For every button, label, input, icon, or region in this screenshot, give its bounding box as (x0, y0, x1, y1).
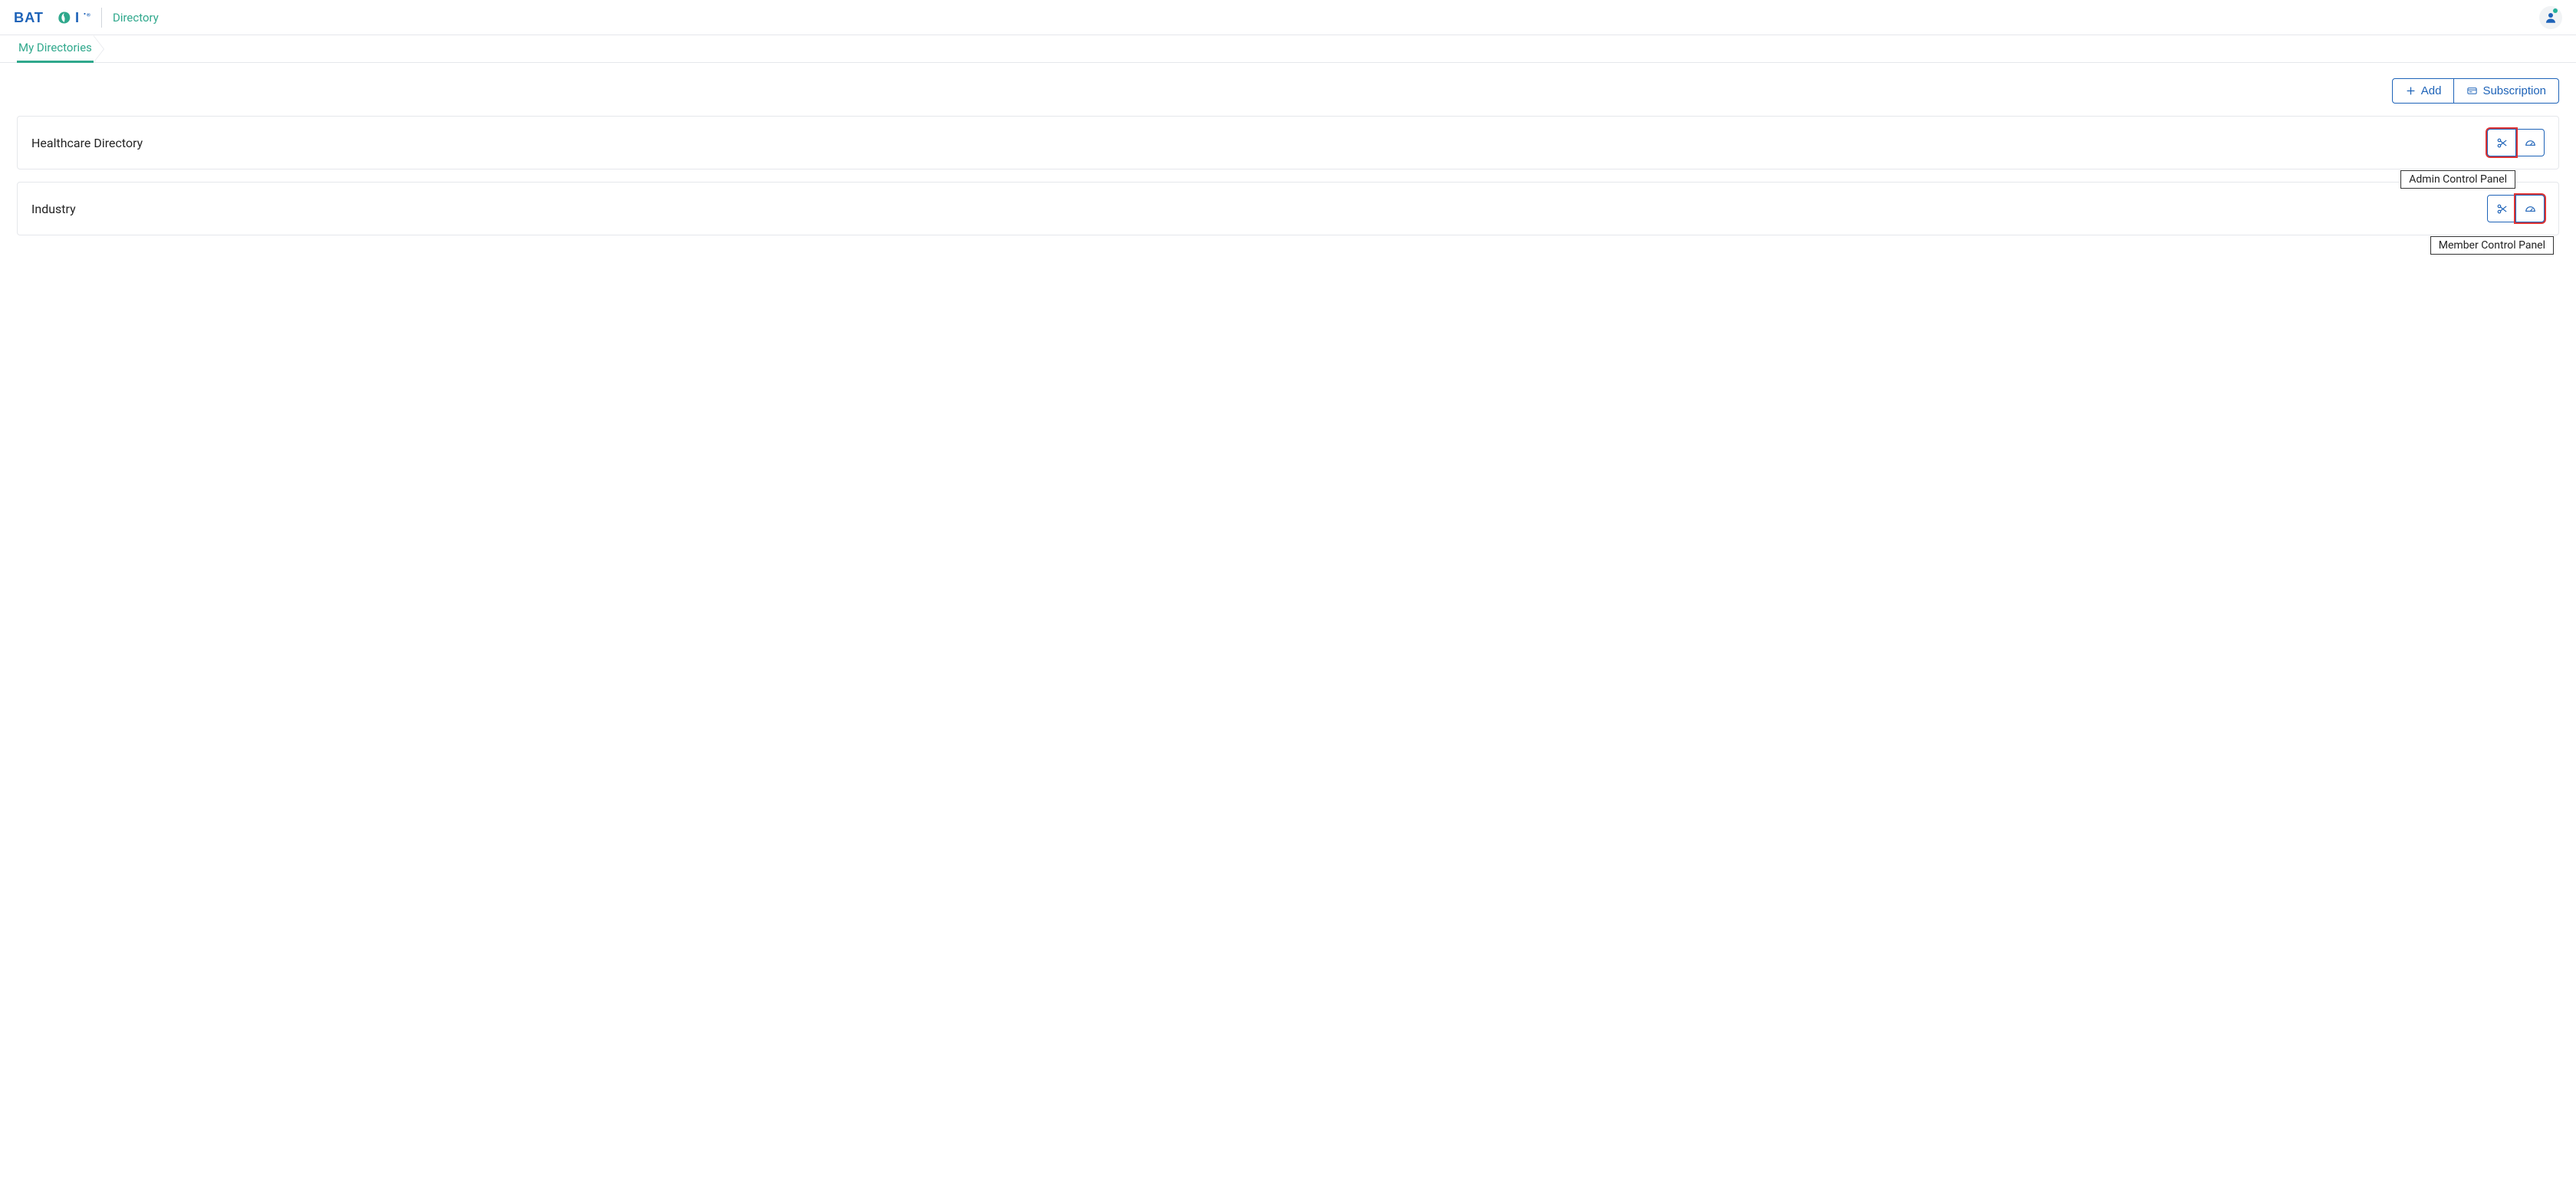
directory-title: Healthcare Directory (31, 136, 143, 150)
directory-card: Healthcare Directory Admin Control Panel (17, 116, 2559, 169)
presence-dot-icon (2553, 8, 2558, 13)
plus-icon (2405, 85, 2417, 97)
tooltip-member-panel: Member Control Panel (2430, 236, 2554, 255)
directory-title: Industry (31, 202, 76, 216)
svg-text:®: ® (87, 12, 90, 18)
add-button[interactable]: Add (2392, 78, 2455, 104)
scissors-icon (2496, 137, 2509, 150)
breadcrumb-my-directories[interactable]: My Directories (17, 35, 94, 63)
breadcrumb: My Directories (0, 35, 2576, 63)
gauge-icon (2524, 202, 2537, 215)
header-left-group: BAT I ® Directory (14, 8, 159, 28)
action-button-group: Add Subscription (2392, 78, 2559, 104)
header-right-group (2539, 6, 2562, 29)
scissors-icon (2496, 202, 2509, 215)
subscription-button[interactable]: Subscription (2453, 78, 2559, 104)
admin-panel-button[interactable] (2487, 129, 2516, 156)
subscription-button-label: Subscription (2482, 84, 2546, 97)
brand-logo[interactable]: BAT I ® (14, 9, 90, 26)
add-button-label: Add (2421, 84, 2442, 97)
main-content: Add Subscription Healthcare Directory (0, 63, 2576, 263)
user-avatar[interactable] (2539, 6, 2562, 29)
page-actions: Add Subscription (17, 78, 2559, 104)
member-panel-button[interactable] (2515, 195, 2545, 222)
card-icon (2466, 85, 2478, 97)
directory-actions (2487, 195, 2545, 222)
batoi-logo-icon: BAT I ® (14, 9, 90, 26)
svg-text:I: I (75, 9, 80, 25)
gauge-icon (2524, 137, 2537, 150)
member-panel-button[interactable] (2515, 129, 2545, 156)
app-header: BAT I ® Directory (0, 0, 2576, 35)
app-title[interactable]: Directory (113, 11, 159, 25)
svg-text:BAT: BAT (14, 9, 44, 25)
admin-panel-button[interactable] (2487, 195, 2516, 222)
header-divider (101, 8, 102, 28)
tooltip-admin-panel: Admin Control Panel (2400, 170, 2515, 189)
breadcrumb-label: My Directories (18, 41, 92, 54)
directory-card: Industry Member Control Panel (17, 182, 2559, 235)
directory-actions (2487, 129, 2545, 156)
chevron-right-icon (94, 35, 109, 61)
